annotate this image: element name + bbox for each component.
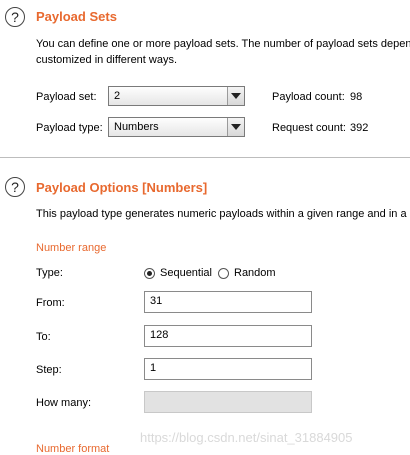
section-divider [0, 157, 410, 158]
help-icon[interactable]: ? [5, 177, 25, 197]
payload-set-select[interactable]: 2 [108, 86, 245, 106]
payload-sets-title: Payload Sets [36, 9, 117, 24]
payload-options-description: This payload type generates numeric payl… [36, 208, 410, 220]
step-label: Step: [36, 364, 62, 376]
to-label: To: [36, 331, 51, 343]
payload-count-label: Payload count: [272, 91, 345, 103]
step-field[interactable]: 1 [144, 358, 312, 380]
random-radio[interactable] [218, 268, 229, 279]
payload-set-value: 2 [114, 90, 121, 102]
from-field[interactable]: 31 [144, 291, 312, 313]
payload-type-select[interactable]: Numbers [108, 117, 245, 137]
help-icon[interactable]: ? [5, 7, 25, 27]
sequential-radio[interactable] [144, 268, 155, 279]
payload-type-value: Numbers [114, 121, 159, 133]
payload-set-label: Payload set: [36, 91, 97, 103]
payload-type-label: Payload type: [36, 122, 103, 134]
number-format-heading: Number format [36, 443, 110, 455]
type-label: Type: [36, 267, 63, 279]
from-label: From: [36, 297, 65, 309]
payload-sets-description-line1: You can define one or more payload sets.… [36, 38, 410, 50]
request-count-value: 392 [350, 122, 369, 134]
request-count-label: Request count: [272, 122, 346, 134]
chevron-down-icon[interactable] [227, 118, 244, 136]
radio-selected-dot [147, 271, 152, 276]
payload-options-title: Payload Options [Numbers] [36, 180, 208, 195]
payload-sets-description-line2: customized in different ways. [36, 54, 178, 66]
sequential-label[interactable]: Sequential [160, 267, 212, 279]
payload-count-value: 98 [350, 91, 363, 103]
number-range-heading: Number range [36, 242, 107, 254]
chevron-down-icon[interactable] [227, 87, 244, 105]
how-many-field [144, 391, 312, 413]
to-field[interactable]: 128 [144, 325, 312, 347]
watermark: https://blog.csdn.net/sinat_31884905 [140, 430, 353, 445]
random-label[interactable]: Random [234, 267, 276, 279]
how-many-label: How many: [36, 397, 92, 409]
